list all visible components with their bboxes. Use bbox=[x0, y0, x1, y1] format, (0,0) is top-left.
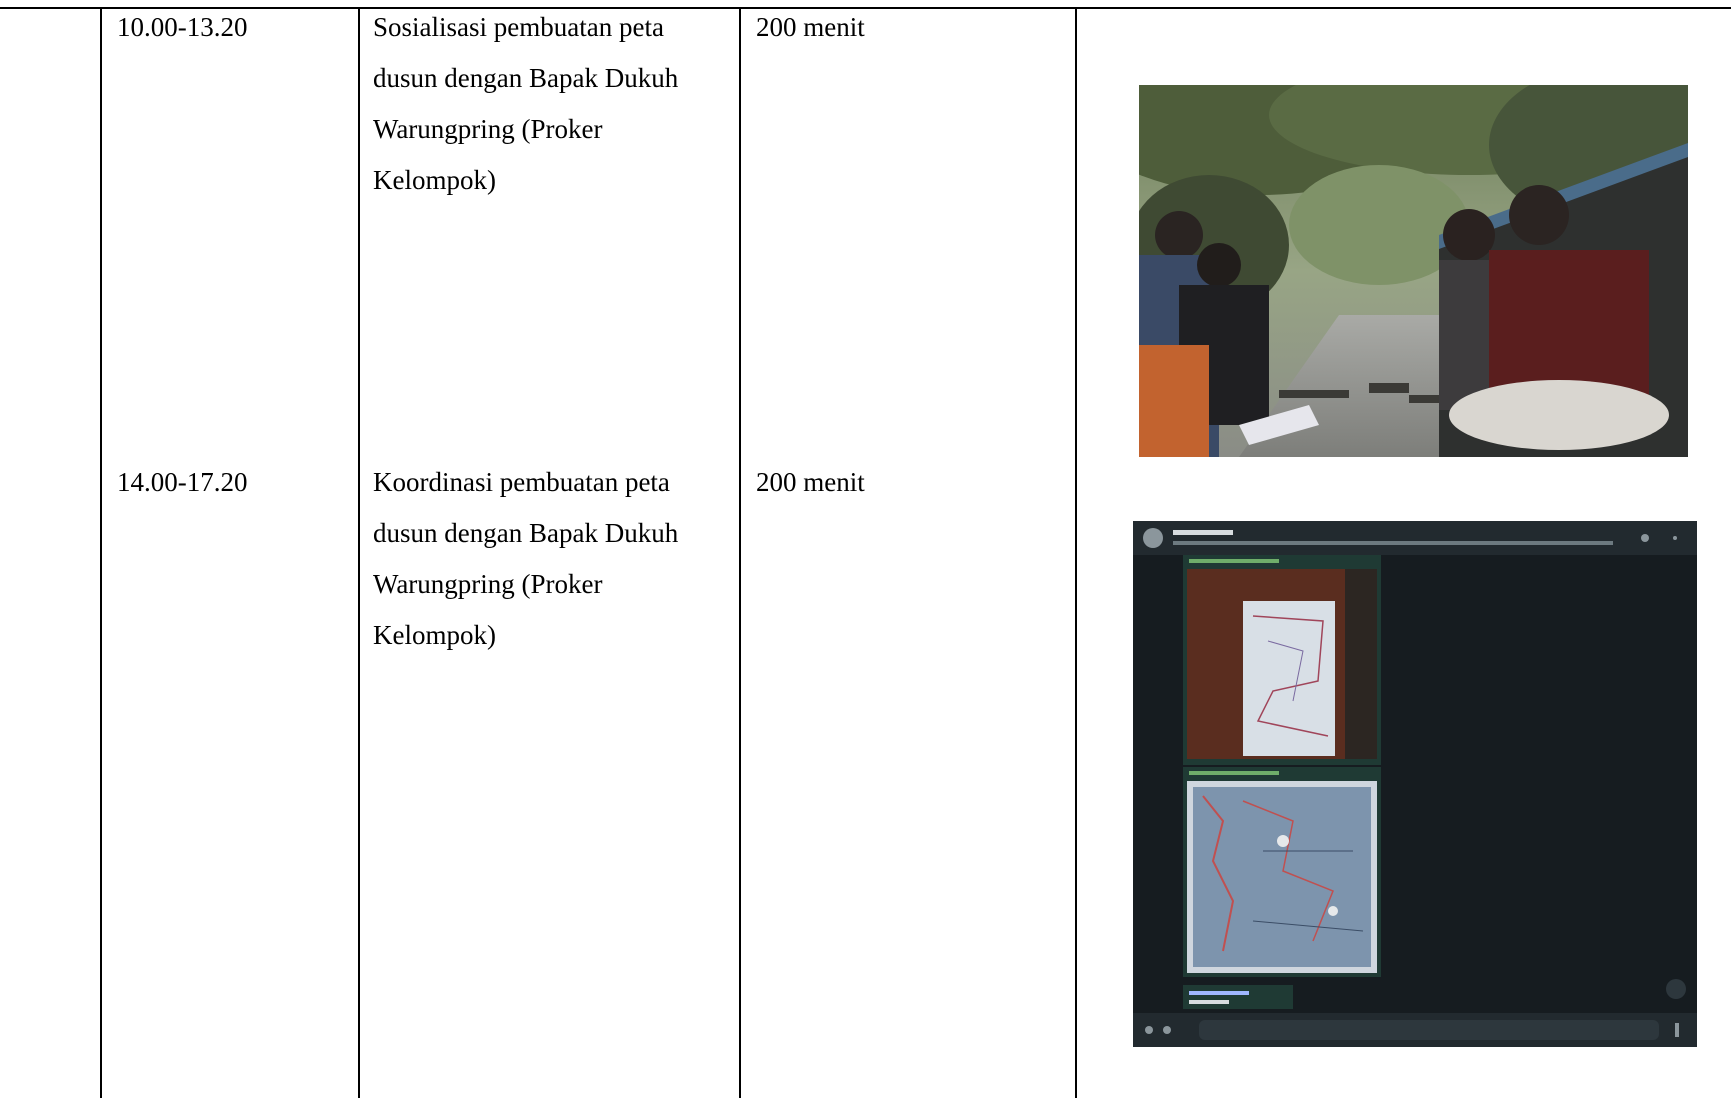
row-1-activity-line: Warungpring (Proker bbox=[373, 114, 603, 144]
row-1-duration: 200 menit bbox=[756, 12, 865, 42]
table-border-duration bbox=[1075, 8, 1077, 1098]
row-1-activity: Sosialisasi pembuatan peta dusun dengan … bbox=[373, 2, 733, 206]
row-2-activity-line: Warungpring (Proker bbox=[373, 569, 603, 599]
row-2-time: 14.00-17.20 bbox=[117, 467, 248, 497]
row-1-time: 10.00-13.20 bbox=[117, 12, 248, 42]
chat-screenshot-with-maps bbox=[1133, 521, 1697, 1047]
document-page: 10.00-13.20 Sosialisasi pembuatan peta d… bbox=[0, 0, 1731, 1098]
row-2-activity-line: Koordinasi pembuatan peta bbox=[373, 467, 670, 497]
table-border-left bbox=[100, 8, 102, 1098]
row-1-activity-line: Kelompok) bbox=[373, 165, 496, 195]
row-2-duration: 200 menit bbox=[756, 467, 865, 497]
row-2-activity-line: Kelompok) bbox=[373, 620, 496, 650]
row-1-activity-line: Sosialisasi pembuatan peta bbox=[373, 12, 664, 42]
row-2-activity-line: dusun dengan Bapak Dukuh bbox=[373, 518, 679, 548]
outdoor-meeting-photo bbox=[1139, 85, 1688, 457]
table-border-activity bbox=[739, 8, 741, 1098]
table-border-time bbox=[358, 8, 360, 1098]
row-1-activity-line: dusun dengan Bapak Dukuh bbox=[373, 63, 679, 93]
row-2-activity: Koordinasi pembuatan peta dusun dengan B… bbox=[373, 457, 733, 661]
